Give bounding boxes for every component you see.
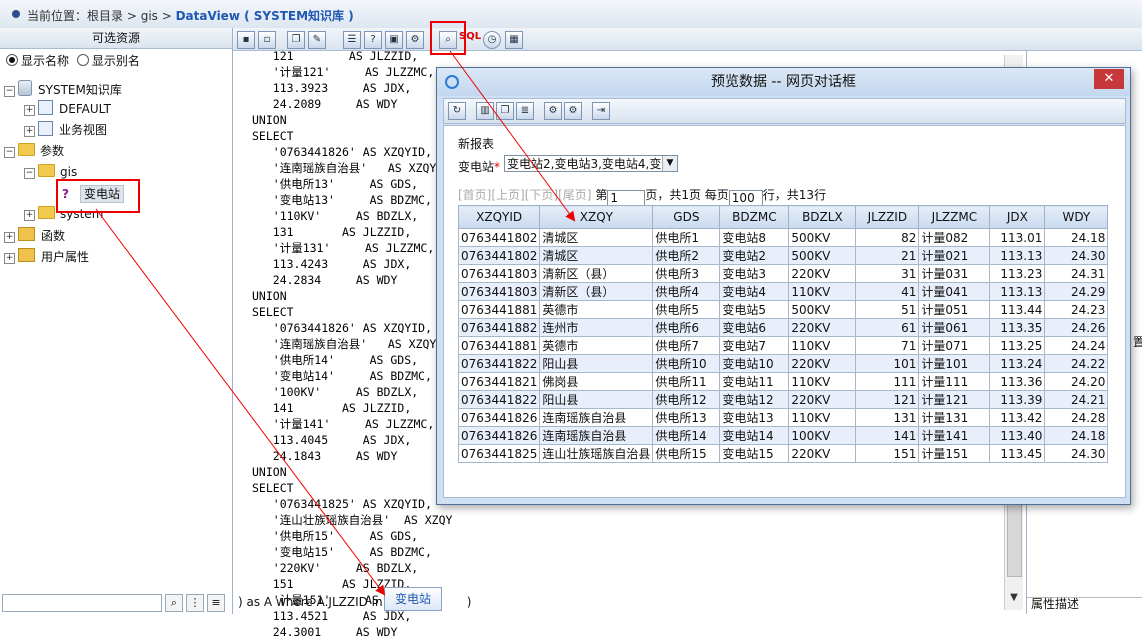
arrow-to-preview-table <box>449 50 576 222</box>
arrow-to-param-button <box>95 208 386 596</box>
annotation-arrows <box>95 50 576 596</box>
